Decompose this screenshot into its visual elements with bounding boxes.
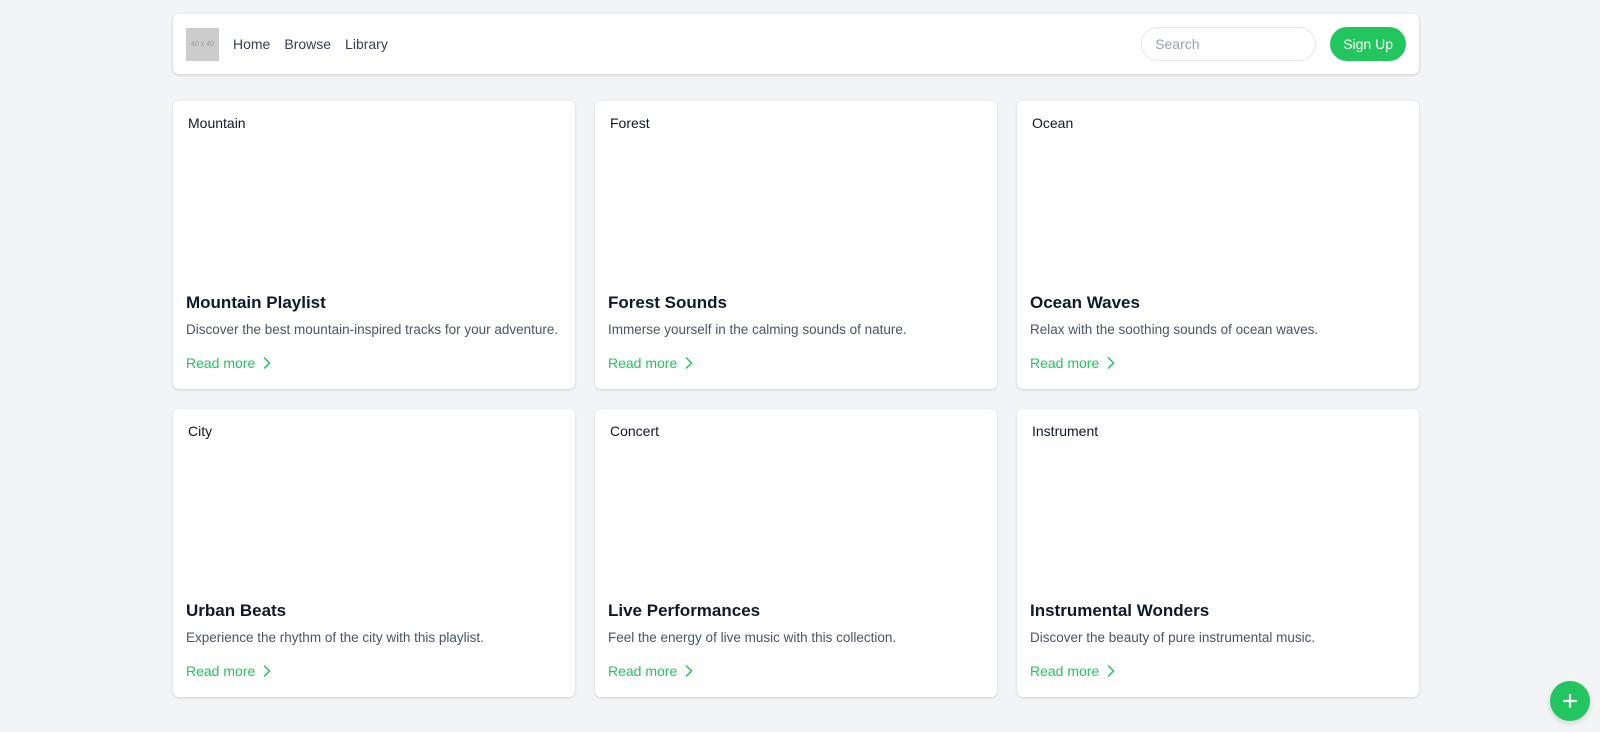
card-title: Instrumental Wonders — [1030, 601, 1210, 620]
card-urban-beats: City Urban Beats Experience the rhythm o… — [173, 409, 575, 697]
card-mountain-playlist: Mountain Mountain Playlist Discover the … — [173, 101, 575, 389]
nav-link-home[interactable]: Home — [233, 36, 270, 52]
top-navbar: 40 x 40 Home Browse Library Sign Up — [173, 14, 1419, 74]
logo-text: 40 x 40 — [191, 40, 214, 48]
read-more-label: Read more — [186, 355, 256, 371]
chevron-right-icon — [1108, 357, 1115, 369]
card-image: Mountain — [186, 115, 562, 275]
card-image: Forest — [608, 115, 984, 275]
nav-actions: Sign Up — [1141, 27, 1406, 61]
card-image: Concert — [608, 423, 984, 583]
card-description: Experience the rhythm of the city with t… — [186, 630, 484, 645]
chevron-right-icon — [686, 357, 693, 369]
search-input[interactable] — [1141, 27, 1317, 61]
card-image-alt: Concert — [610, 423, 660, 439]
card-image: Ocean — [1030, 115, 1406, 275]
card-title: Live Performances — [608, 601, 761, 620]
main-nav: Home Browse Library — [233, 36, 388, 52]
chevron-right-icon — [264, 357, 271, 369]
card-forest-sounds: Forest Forest Sounds Immerse yourself in… — [595, 101, 997, 389]
read-more-link[interactable]: Read more — [186, 661, 271, 681]
nav-link-browse[interactable]: Browse — [284, 36, 331, 52]
playlist-grid: Mountain Mountain Playlist Discover the … — [173, 101, 1419, 697]
plus-icon — [1562, 693, 1578, 709]
logo-placeholder[interactable]: 40 x 40 — [186, 27, 219, 61]
read-more-label: Read more — [1030, 355, 1100, 371]
read-more-label: Read more — [186, 663, 256, 679]
chevron-right-icon — [264, 665, 271, 677]
read-more-link[interactable]: Read more — [608, 353, 693, 373]
card-image-alt: Forest — [610, 115, 650, 131]
card-instrumental-wonders: Instrument Instrumental Wonders Discover… — [1017, 409, 1419, 697]
card-image-alt: Instrument — [1032, 423, 1099, 439]
card-description: Relax with the soothing sounds of ocean … — [1030, 322, 1319, 337]
chevron-right-icon — [1108, 665, 1115, 677]
read-more-label: Read more — [608, 663, 678, 679]
card-image: City — [186, 423, 562, 583]
read-more-link[interactable]: Read more — [186, 353, 271, 373]
read-more-link[interactable]: Read more — [608, 661, 693, 681]
signup-button[interactable]: Sign Up — [1330, 27, 1406, 61]
card-description: Discover the beauty of pure instrumental… — [1030, 630, 1316, 645]
add-fab-button[interactable] — [1550, 681, 1590, 721]
card-title: Ocean Waves — [1030, 293, 1140, 312]
card-image: Instrument — [1030, 423, 1406, 583]
read-more-label: Read more — [608, 355, 678, 371]
card-title: Mountain Playlist — [186, 293, 326, 312]
read-more-label: Read more — [1030, 663, 1100, 679]
nav-link-library[interactable]: Library — [345, 36, 388, 52]
card-image-alt: Mountain — [188, 115, 246, 131]
card-description: Immerse yourself in the calming sounds o… — [608, 322, 907, 337]
card-description: Discover the best mountain-inspired trac… — [186, 322, 559, 337]
card-image-alt: Ocean — [1032, 115, 1074, 131]
card-title: Forest Sounds — [608, 293, 728, 312]
chevron-right-icon — [686, 665, 693, 677]
card-description: Feel the energy of live music with this … — [608, 630, 897, 645]
card-ocean-waves: Ocean Ocean Waves Relax with the soothin… — [1017, 101, 1419, 389]
card-live-performances: Concert Live Performances Feel the energ… — [595, 409, 997, 697]
read-more-link[interactable]: Read more — [1030, 661, 1115, 681]
card-title: Urban Beats — [186, 601, 287, 620]
read-more-link[interactable]: Read more — [1030, 353, 1115, 373]
card-image-alt: City — [188, 423, 213, 439]
